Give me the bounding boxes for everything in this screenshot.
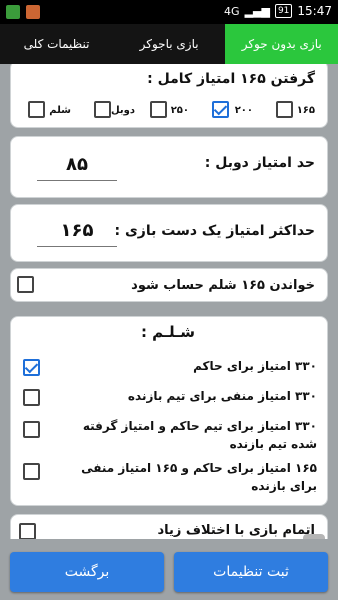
- full-score-card: گرفتن ۱۶۵ امتیاز کامل : ۱۶۵ ۲۰۰ ۲۵۰ دوبل…: [10, 64, 328, 128]
- option-checkbox-250[interactable]: [150, 101, 167, 118]
- app-notification-icon: [6, 5, 20, 19]
- clock: 15:47: [297, 4, 332, 18]
- settings-scroll-area[interactable]: گرفتن ۱۶۵ امتیاز کامل : ۱۶۵ ۲۰۰ ۲۵۰ دوبل…: [10, 64, 328, 539]
- tab-no-joker[interactable]: بازی بدون جوکر: [225, 24, 338, 64]
- read-165-card: خواندن ۱۶۵ شلم حساب شود: [10, 268, 328, 302]
- notification-icons: [6, 5, 40, 19]
- end-game-checkbox[interactable]: [19, 523, 36, 539]
- max-hand-title: حداکثر امتیاز یک دست بازی :: [114, 223, 316, 239]
- double-limit-title: حد امتیاز دوبل :: [204, 155, 315, 171]
- option-label-165: ۱۶۵: [296, 105, 315, 116]
- shelem-item-4-label: ۱۶۵ امتیاز برای حاکم و ۱۶۵ امتیاز منفی ب…: [81, 461, 317, 493]
- max-hand-input[interactable]: ۱۶۵: [37, 217, 117, 247]
- signal-icon: ▂▄▆: [244, 4, 270, 18]
- read-165-checkbox[interactable]: [17, 276, 34, 293]
- shelem-card: شـلـم : ۳۳۰ امتیاز برای حاکم ۳۳۰ امتیاز …: [10, 316, 328, 506]
- option-label-200: ۲۰۰: [234, 105, 253, 116]
- end-game-card: اتمام بازی با اختلاف زیاد: [10, 514, 328, 539]
- shelem-item-4-checkbox[interactable]: [23, 463, 40, 480]
- option-checkbox-double[interactable]: [94, 101, 111, 118]
- shelem-item-3-label: ۳۳۰ امتیاز برای تیم حاکم و امتیاز گرفته …: [82, 419, 317, 451]
- read-165-label: خواندن ۱۶۵ شلم حساب شود: [131, 278, 315, 293]
- option-checkbox-200[interactable]: [212, 101, 229, 118]
- option-label-250: ۲۵۰: [170, 105, 189, 116]
- tab-with-joker[interactable]: بازی باجوکر: [113, 24, 226, 64]
- shelem-item-2-label: ۳۳۰ امتیاز منفی برای تیم بازنده: [127, 389, 317, 403]
- network-label: 4G: [224, 4, 240, 18]
- app-notification-icon-2: [26, 5, 40, 19]
- double-limit-input[interactable]: ۸۵: [37, 151, 117, 181]
- save-settings-button[interactable]: ثبت تنظیمات: [174, 552, 328, 592]
- status-bar: 4G ▂▄▆ 91 15:47: [0, 0, 338, 24]
- shelem-item-1-checkbox[interactable]: [23, 359, 40, 376]
- battery-icon: 91: [274, 4, 293, 18]
- status-right: 4G ▂▄▆ 91 15:47: [224, 4, 332, 18]
- shelem-item-3-checkbox[interactable]: [23, 421, 40, 438]
- shelem-heading: شـلـم :: [140, 323, 196, 341]
- tab-general-settings[interactable]: تنظیمات کلی: [0, 24, 113, 64]
- scrollbar-thumb[interactable]: [303, 534, 325, 539]
- shelem-item-2-checkbox[interactable]: [23, 389, 40, 406]
- end-game-label: اتمام بازی با اختلاف زیاد: [157, 523, 315, 538]
- option-label-double: دوبل: [110, 105, 135, 116]
- full-score-title: گرفتن ۱۶۵ امتیاز کامل :: [147, 71, 315, 87]
- tab-bar: بازی بدون جوکر بازی باجوکر تنظیمات کلی: [0, 24, 338, 64]
- option-checkbox-shelem[interactable]: [28, 101, 45, 118]
- back-button[interactable]: برگشت: [10, 552, 164, 592]
- double-limit-card: حد امتیاز دوبل : ۸۵: [10, 136, 328, 198]
- shelem-item-1-label: ۳۳۰ امتیاز برای حاکم: [193, 359, 317, 373]
- option-label-shelem: شلم: [49, 105, 71, 116]
- max-hand-card: حداکثر امتیاز یک دست بازی : ۱۶۵: [10, 204, 328, 262]
- option-checkbox-165[interactable]: [276, 101, 293, 118]
